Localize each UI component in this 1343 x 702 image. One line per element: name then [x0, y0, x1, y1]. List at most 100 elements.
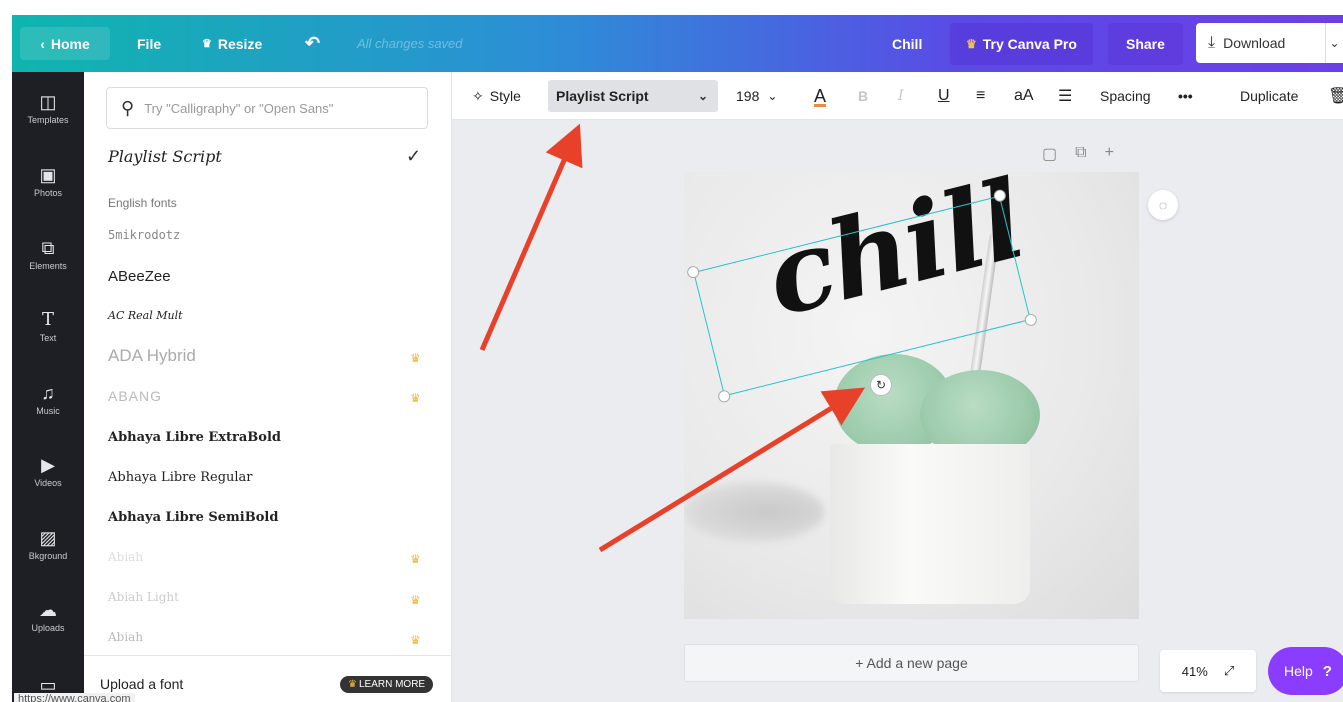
case-icon[interactable]: aA — [1014, 72, 1034, 120]
save-status: All changes saved — [357, 36, 463, 51]
crown-icon: ♛ — [410, 391, 421, 405]
rail-item-music[interactable]: ♫ Music — [12, 367, 84, 433]
add-page-icon[interactable]: + — [1105, 144, 1114, 164]
crown-icon: ♛ — [966, 37, 977, 51]
rail-label: Templates — [27, 115, 69, 125]
design-canvas[interactable]: chill ↻ — [684, 172, 1139, 619]
status-url: https://www.canva.com — [14, 693, 135, 702]
font-item[interactable]: Abhaya Libre Regular — [108, 470, 253, 485]
note-icon[interactable]: ▢ — [1042, 144, 1057, 164]
font-item[interactable]: Abiah — [108, 550, 143, 564]
rail-item-videos[interactable]: ▶ Videos — [12, 439, 84, 505]
rail-item-uploads[interactable]: ☁ Uploads — [12, 584, 84, 650]
rotate-icon[interactable]: ↻ — [870, 374, 892, 396]
resize-handle[interactable] — [685, 264, 701, 280]
crown-icon: ♛ — [410, 552, 421, 566]
search-icon: ⚲ — [121, 97, 135, 118]
share-button[interactable]: Share — [1108, 23, 1183, 65]
font-item[interactable]: AC Real Mult — [108, 309, 183, 322]
duplicate-button[interactable]: Duplicate — [1240, 72, 1298, 120]
resize-button[interactable]: ♛ Resize — [202, 15, 262, 72]
font-size-value: 198 — [736, 88, 760, 104]
checkmark-icon: ✓ — [406, 146, 422, 166]
home-button[interactable]: ‹ Home — [20, 27, 110, 60]
top-bar: ‹ Home File ♛ Resize ↶ All changes saved… — [12, 15, 1343, 72]
rail-item-elements[interactable]: ⧉ Elements — [12, 222, 84, 288]
font-panel: ⚲ Try "Calligraphy" or "Open Sans" Playl… — [84, 72, 452, 702]
photos-icon: ▣ — [39, 165, 57, 185]
rail-label: Elements — [29, 261, 67, 271]
font-item[interactable]: ABeeZee — [108, 268, 171, 285]
undo-icon[interactable]: ↶ — [305, 15, 320, 72]
videos-icon: ▶ — [41, 455, 55, 475]
font-item[interactable]: Abhaya Libre SemiBold — [108, 510, 278, 525]
expand-icon[interactable]: ⤢ — [1224, 663, 1234, 679]
try-canva-pro-button[interactable]: ♛ Try Canva Pro — [950, 23, 1093, 65]
upload-font-row: Upload a font ♛ LEARN MORE — [84, 655, 452, 702]
crown-icon: ♛ — [348, 679, 357, 690]
bold-icon[interactable]: B — [858, 72, 868, 120]
style-button[interactable]: ✧ Style — [472, 72, 521, 120]
rail-item-background[interactable]: ▨ Bkground — [12, 512, 84, 578]
font-family-select[interactable]: Playlist Script ⌄ — [548, 80, 718, 112]
question-icon: ? — [1322, 662, 1332, 680]
text-toolbar: ✧ Style Playlist Script ⌄ 198 ⌄ A B I U … — [452, 72, 1343, 120]
file-menu-button[interactable]: File — [137, 15, 161, 72]
templates-icon: ◫ — [39, 92, 57, 112]
folder-icon: ▭ — [39, 675, 57, 695]
trash-icon[interactable]: 🗑 — [1328, 72, 1343, 120]
font-size-select[interactable]: 198 ⌄ — [736, 72, 777, 120]
design-title[interactable]: Chill — [892, 15, 922, 72]
rail-item-text[interactable]: T Text — [12, 294, 84, 360]
more-options-button[interactable]: ••• — [1178, 72, 1193, 120]
font-select-value: Playlist Script — [556, 88, 649, 104]
font-item[interactable]: Abiah — [108, 630, 143, 644]
zoom-value: 41% — [1181, 663, 1208, 679]
rail-item-templates[interactable]: ◫ Templates — [12, 76, 84, 142]
font-item[interactable]: ADA Hybrid — [108, 346, 196, 366]
zoom-control[interactable]: 41% ⤢ — [1160, 650, 1256, 692]
home-label: Home — [50, 35, 90, 52]
rail-label: Text — [39, 333, 57, 343]
font-item[interactable]: Abhaya Libre ExtraBold — [108, 430, 281, 445]
resize-handle[interactable] — [716, 389, 732, 404]
rail-label: Videos — [34, 478, 62, 488]
resize-label: Resize — [217, 35, 263, 52]
spacing-button[interactable]: Spacing — [1100, 72, 1151, 120]
help-button[interactable]: Help ? — [1268, 647, 1343, 695]
music-icon: ♫ — [41, 383, 55, 403]
section-heading: English fonts — [108, 196, 177, 210]
rail-label: Bkground — [28, 551, 68, 561]
font-item[interactable]: ABANG — [108, 388, 162, 404]
font-search-input[interactable]: ⚲ Try "Calligraphy" or "Open Sans" — [106, 87, 428, 129]
download-label: Download — [1223, 35, 1286, 51]
chevron-left-icon: ‹ — [40, 35, 45, 52]
comment-icon[interactable]: ◌ — [1148, 190, 1178, 220]
learn-more-badge[interactable]: ♛ LEARN MORE — [340, 676, 434, 693]
font-item[interactable]: Abiah Light — [108, 590, 179, 604]
blurred-spoon — [684, 482, 824, 542]
download-button[interactable]: ⤓ Download — [1196, 23, 1343, 63]
upload-font-label[interactable]: Upload a font — [100, 676, 183, 692]
underline-icon[interactable]: U — [938, 72, 950, 120]
rail-label: Music — [36, 406, 60, 416]
font-item[interactable]: 5mikrodotz — [108, 228, 180, 242]
uploads-icon: ☁ — [39, 600, 57, 620]
italic-icon[interactable]: I — [898, 72, 904, 120]
download-options-chevron-icon[interactable]: ⌄ — [1325, 23, 1343, 63]
copy-page-icon[interactable]: ⧉ — [1075, 144, 1086, 164]
editor-workarea: ✧ Style Playlist Script ⌄ 198 ⌄ A B I U … — [452, 72, 1343, 702]
rail-label: Uploads — [31, 623, 65, 633]
crown-icon: ♛ — [202, 38, 212, 50]
text-color-icon[interactable]: A — [814, 72, 826, 120]
try-pro-label: Try Canva Pro — [982, 36, 1077, 52]
sparkle-icon: ✧ — [472, 87, 484, 104]
rail-label: Photos — [33, 188, 63, 198]
list-icon[interactable]: ☰ — [1058, 72, 1072, 120]
learn-more-label: LEARN MORE — [358, 679, 426, 690]
rail-item-photos[interactable]: ▣ Photos — [12, 149, 84, 215]
add-new-page-button[interactable]: + Add a new page — [684, 644, 1139, 682]
current-font[interactable]: Playlist Script — [108, 147, 222, 166]
resize-handle[interactable] — [1023, 312, 1039, 328]
align-center-icon[interactable]: ≡ — [976, 72, 985, 120]
